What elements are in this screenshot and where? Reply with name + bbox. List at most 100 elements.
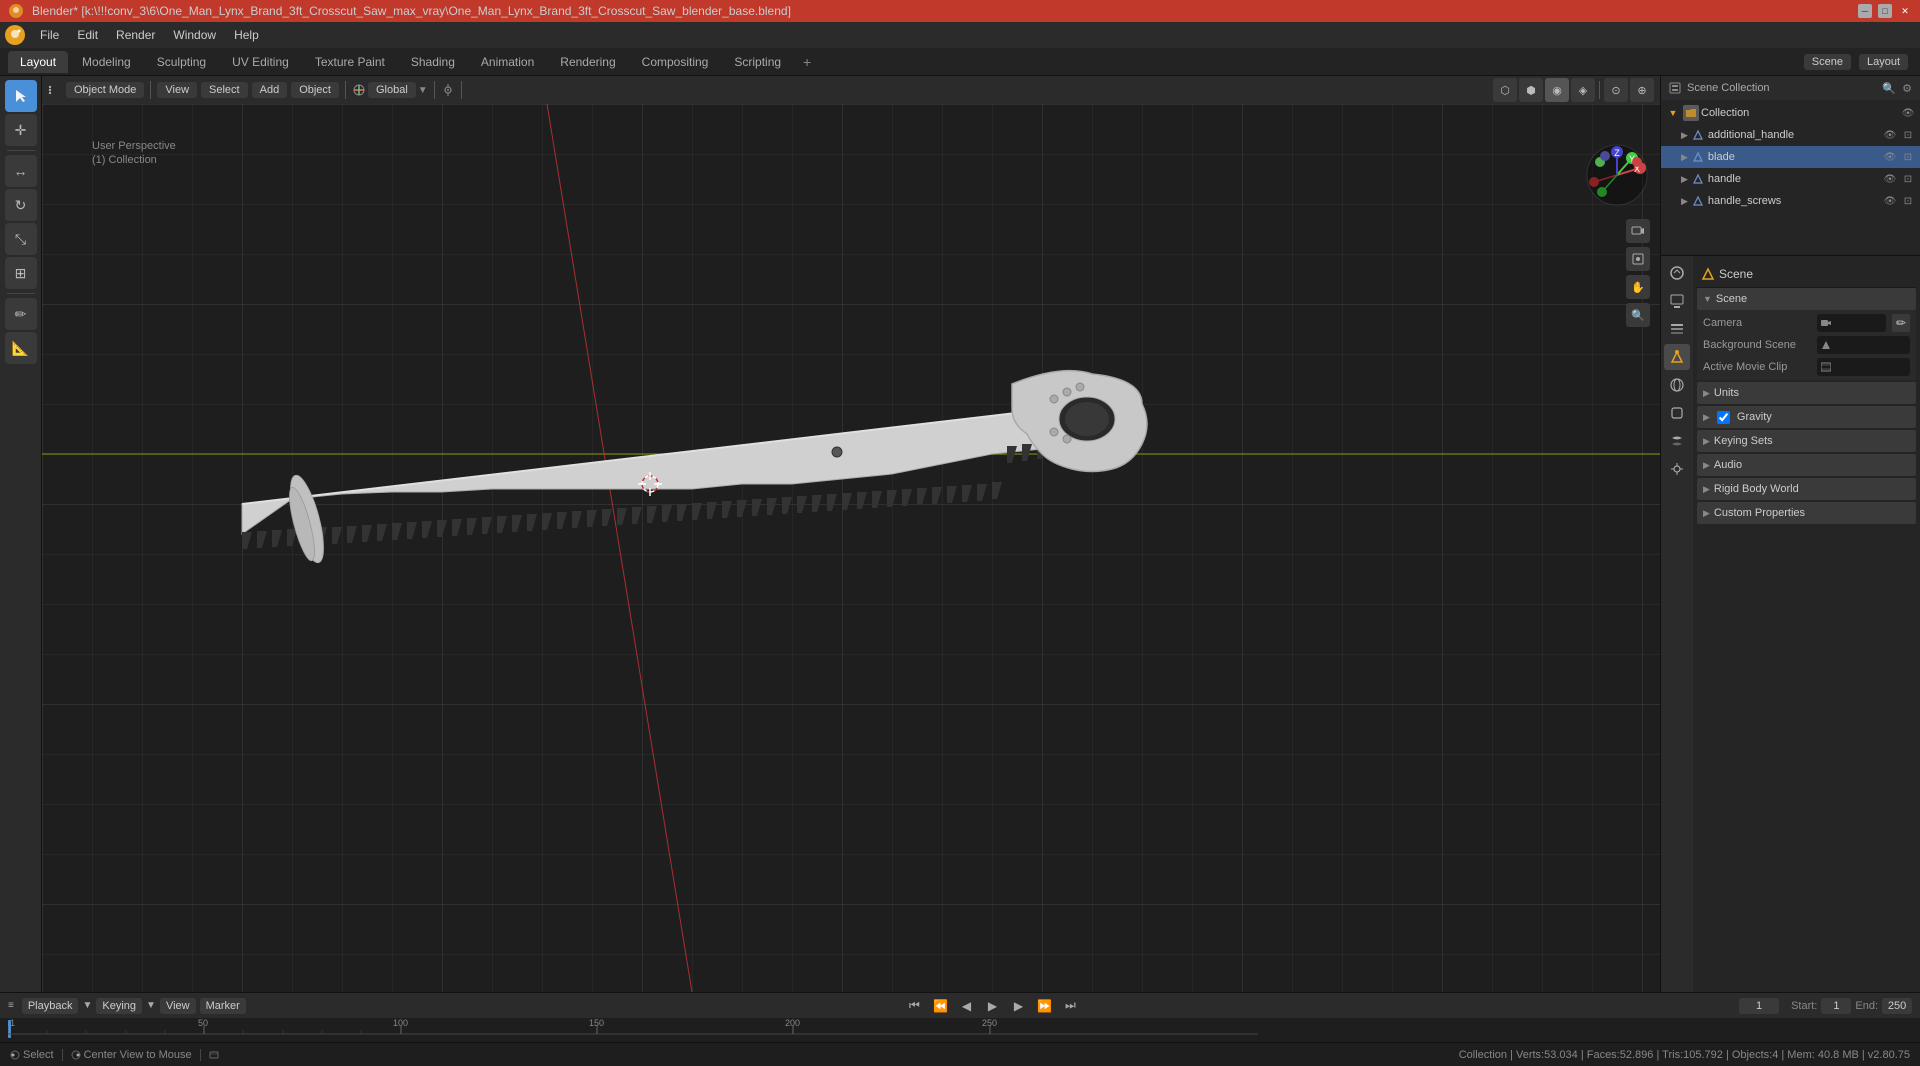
tab-shading[interactable]: Shading [399, 51, 467, 73]
canvas-area[interactable]: User Perspective (1) Collection X Y [42, 104, 1660, 992]
tab-rendering[interactable]: Rendering [548, 51, 627, 73]
menu-render[interactable]: Render [108, 26, 163, 44]
handle-visibility-2[interactable]: 👁 [1882, 171, 1898, 187]
tab-modeling[interactable]: Modeling [70, 51, 143, 73]
outliner-item-blade[interactable]: ▶ blade 👁 ⊡ [1661, 146, 1920, 168]
timeline-ruler[interactable]: 1 50 100 150 200 250 [0, 1018, 1920, 1042]
maximize-button[interactable]: □ [1878, 4, 1892, 18]
object-props-tab[interactable] [1664, 400, 1690, 426]
menu-file[interactable]: File [32, 26, 67, 44]
gravity-checkbox[interactable] [1717, 411, 1730, 424]
background-scene-field[interactable] [1817, 336, 1910, 354]
units-header[interactable]: ▶ Units [1697, 382, 1916, 404]
rendered-shading[interactable]: ◈ [1571, 78, 1595, 102]
viewport-view[interactable]: View [157, 82, 197, 98]
select-tool[interactable] [5, 80, 37, 112]
gravity-header[interactable]: ▶ Gravity [1697, 406, 1916, 428]
outliner-item-scene-collection[interactable]: ▼ Collection 👁 [1661, 102, 1920, 124]
step-back[interactable]: ◀ [955, 995, 977, 1017]
move-tool[interactable]: ↔ [5, 155, 37, 187]
physics-props-tab[interactable] [1664, 456, 1690, 482]
scene-section-header[interactable]: ▼ Scene [1697, 288, 1916, 310]
start-frame-field[interactable]: 1 [1821, 998, 1851, 1014]
tab-scripting[interactable]: Scripting [722, 51, 793, 73]
outliner-item-handle[interactable]: ▶ handle 👁 ⊡ [1661, 168, 1920, 190]
tab-layout[interactable]: Layout [8, 51, 68, 73]
view-dropdown[interactable]: View [160, 998, 196, 1014]
handle-visibility-1[interactable]: 👁 [1882, 127, 1898, 143]
object-mode-dropdown[interactable]: Object Mode [66, 82, 144, 98]
camera-value-field[interactable] [1817, 314, 1886, 332]
tab-uv-editing[interactable]: UV Editing [220, 51, 301, 73]
render-region-icon[interactable] [1626, 247, 1650, 271]
scene-selector[interactable]: Scene [1804, 54, 1851, 70]
scene-props-tab[interactable] [1664, 344, 1690, 370]
menu-help[interactable]: Help [226, 26, 267, 44]
jump-back-keyframe[interactable]: ⏪ [929, 995, 951, 1017]
view-layer-props-tab[interactable] [1664, 316, 1690, 342]
navigation-gizmo[interactable]: X Y Z [1582, 140, 1652, 210]
menu-edit[interactable]: Edit [69, 26, 106, 44]
keying-sets-header[interactable]: ▶ Keying Sets [1697, 430, 1916, 452]
marker-dropdown[interactable]: Marker [200, 998, 246, 1014]
play-button[interactable]: ▶ [981, 995, 1003, 1017]
outliner-search-icon[interactable]: 🔍 [1882, 82, 1896, 95]
handle-restrict-2[interactable]: ⊡ [1900, 171, 1916, 187]
pan-icon[interactable]: ✋ [1626, 275, 1650, 299]
world-props-tab[interactable] [1664, 372, 1690, 398]
modifier-props-tab[interactable] [1664, 428, 1690, 454]
rotate-tool[interactable]: ↻ [5, 189, 37, 221]
menu-window[interactable]: Window [165, 26, 224, 44]
material-shading[interactable]: ◉ [1545, 78, 1569, 102]
playback-dropdown[interactable]: Playback [22, 998, 79, 1014]
current-frame-field[interactable]: 1 [1739, 998, 1779, 1014]
transform-tool[interactable]: ⊞ [5, 257, 37, 289]
transform-orientation[interactable]: Global [368, 82, 416, 98]
audio-header[interactable]: ▶ Audio [1697, 454, 1916, 476]
outliner-item-handle-screws[interactable]: ▶ handle_screws 👁 ⊡ [1661, 190, 1920, 212]
add-workspace-button[interactable]: + [795, 52, 819, 72]
collection-visibility[interactable]: 👁 [1900, 105, 1916, 121]
zoom-icon[interactable]: 🔍 [1626, 303, 1650, 327]
viewport[interactable]: Object Mode View Select Add Object Globa… [42, 76, 1660, 992]
outliner-item-additional-handle[interactable]: ▶ additional_handle 👁 ⊡ [1661, 124, 1920, 146]
blade-restrict[interactable]: ⊡ [1900, 149, 1916, 165]
output-props-tab[interactable] [1664, 288, 1690, 314]
solid-shading[interactable]: ⬢ [1519, 78, 1543, 102]
overlays-button[interactable]: ⊙ [1604, 78, 1628, 102]
jump-to-start[interactable]: ⏮ [903, 995, 925, 1017]
annotate-tool[interactable]: ✏ [5, 298, 37, 330]
camera-view-icon[interactable] [1626, 219, 1650, 243]
minimize-button[interactable]: ─ [1858, 4, 1872, 18]
viewport-select[interactable]: Select [201, 82, 248, 98]
keying-dropdown[interactable]: Keying [96, 998, 142, 1014]
blade-visibility[interactable]: 👁 [1882, 149, 1898, 165]
end-frame-field[interactable]: 250 [1882, 998, 1912, 1014]
measure-tool[interactable]: 📐 [5, 332, 37, 364]
wireframe-shading[interactable]: ⬡ [1493, 78, 1517, 102]
outliner-filter-icon[interactable]: ⚙ [1902, 82, 1912, 95]
cursor-tool[interactable]: ✛ [5, 114, 37, 146]
camera-edit-button[interactable]: ✏ [1892, 314, 1910, 332]
step-forward[interactable]: ▶ [1007, 995, 1029, 1017]
view-layer-selector[interactable]: Layout [1859, 54, 1908, 70]
custom-properties-header[interactable]: ▶ Custom Properties [1697, 502, 1916, 524]
tab-compositing[interactable]: Compositing [630, 51, 721, 73]
viewport-add[interactable]: Add [252, 82, 288, 98]
close-button[interactable]: ✕ [1898, 4, 1912, 18]
gizmos-button[interactable]: ⊕ [1630, 78, 1654, 102]
scale-tool[interactable]: ⤡ [5, 223, 37, 255]
active-movie-clip-field[interactable] [1817, 358, 1910, 376]
tab-texture-paint[interactable]: Texture Paint [303, 51, 397, 73]
screws-restrict[interactable]: ⊡ [1900, 193, 1916, 209]
rigid-body-world-header[interactable]: ▶ Rigid Body World [1697, 478, 1916, 500]
handle-restrict-1[interactable]: ⊡ [1900, 127, 1916, 143]
jump-to-end[interactable]: ⏭ [1059, 995, 1081, 1017]
tab-animation[interactable]: Animation [469, 51, 546, 73]
viewport-object[interactable]: Object [291, 82, 339, 98]
screws-visibility[interactable]: 👁 [1882, 193, 1898, 209]
tab-sculpting[interactable]: Sculpting [145, 51, 218, 73]
jump-forward-keyframe[interactable]: ⏩ [1033, 995, 1055, 1017]
render-props-tab[interactable] [1664, 260, 1690, 286]
timeline-menu-icon[interactable]: ≡ [8, 1000, 14, 1011]
